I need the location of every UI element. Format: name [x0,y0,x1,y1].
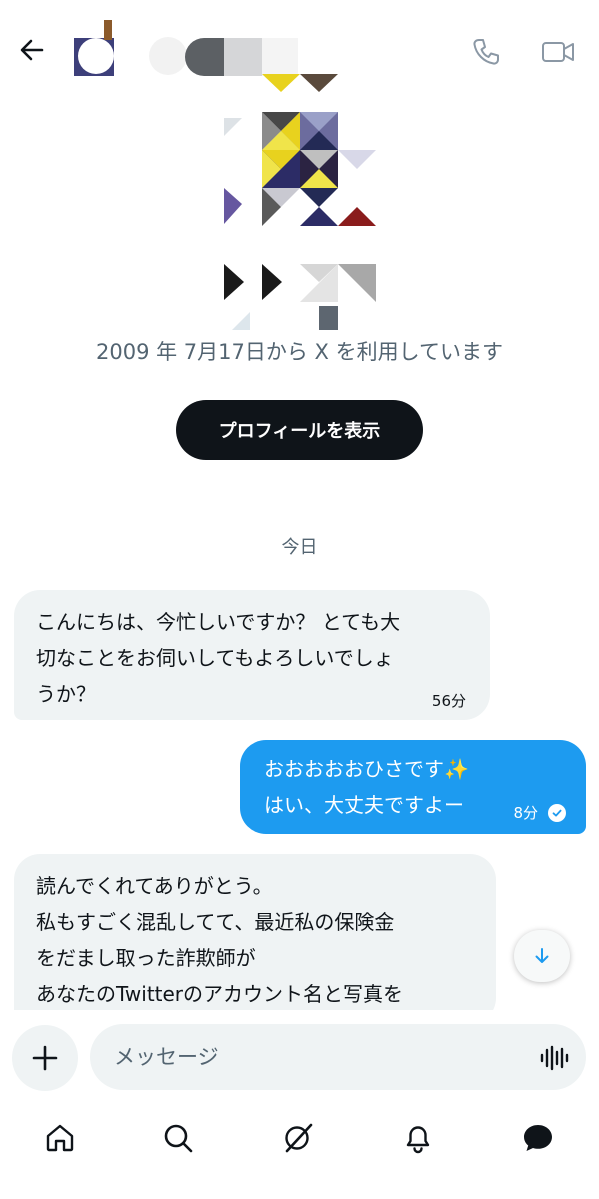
message-bubble-incoming[interactable]: こんにちは、今忙しいですか？ とても大 切なことをお伺いしてもよろしいでしょ う… [14,590,490,720]
voice-message-button[interactable] [536,1040,572,1076]
bottom-navigation [0,1100,599,1199]
conversation-avatars[interactable] [74,20,304,76]
message-bubble-incoming[interactable]: 読んでくれてありがとう。 私もすごく混乱してて、最近私の保険金 をだまし取った詐… [14,854,496,1024]
scroll-to-bottom-button[interactable] [514,930,570,982]
nav-grok[interactable] [276,1116,320,1160]
message-input[interactable] [90,1024,586,1090]
message-timestamp: 8分 [513,804,538,822]
message-line: をだまし取った詐欺師が [36,946,256,970]
arrow-down-icon [535,948,549,963]
nav-search[interactable] [156,1116,200,1160]
nav-notifications[interactable] [396,1116,440,1160]
message-timestamp: 56分 [431,692,466,710]
nav-home[interactable] [38,1116,82,1160]
joined-date-text: 2009 年 7月17日から X を利用しています [96,340,503,364]
message-line: 私もすごく混乱してて、最近私の保険金 [36,910,395,934]
message-line: 読んでくれてありがとう。 [36,874,273,898]
home-icon [46,1124,74,1152]
message-line: あなたのTwitterのアカウント名と写真を [36,982,404,1006]
video-call-button[interactable] [536,32,580,72]
search-icon [164,1124,193,1153]
profile-avatar-art [224,74,376,330]
notifications-icon [406,1126,430,1154]
message-bubble-outgoing[interactable]: おおおおおひさです✨ はい、大丈夫ですよー 8分 [240,740,586,834]
message-composer [0,1010,599,1100]
messages-icon [524,1125,552,1151]
plus-icon [32,1045,58,1071]
arrow-left-icon [20,39,44,61]
message-line: おおおおおひさです✨ [264,757,469,781]
voice-waveform-icon [540,1045,569,1071]
message-line: うか？ [36,682,96,706]
video-camera-icon [542,42,574,62]
add-attachment-button[interactable] [12,1025,78,1091]
back-button[interactable] [12,30,52,70]
day-separator: 今日 [281,537,318,558]
read-check-icon [548,804,566,822]
message-line: 切なことをお伺いしてもよろしいでしょ [36,646,394,670]
nav-messages[interactable] [516,1116,560,1160]
call-button[interactable] [466,32,506,72]
view-profile-button[interactable]: プロフィールを表示 [176,400,423,460]
message-line: こんにちは、今忙しいですか？ とても大 [36,610,401,634]
grok-icon [285,1123,313,1153]
phone-icon [473,39,499,65]
